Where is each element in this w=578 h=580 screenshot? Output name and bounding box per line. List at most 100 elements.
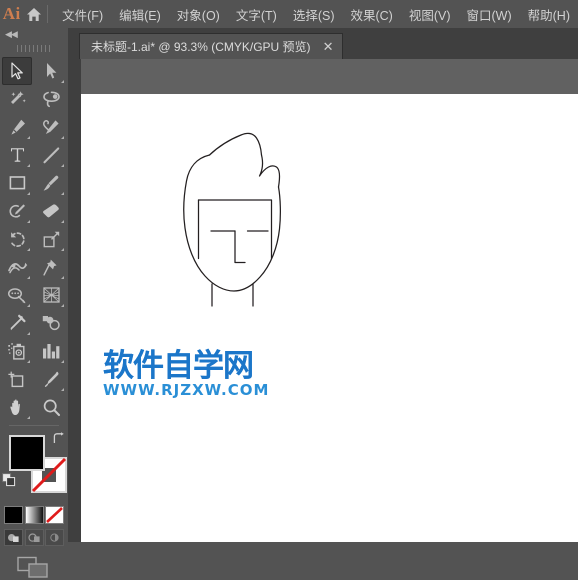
draw-behind-button[interactable]: [24, 529, 44, 546]
free-transform-tool[interactable]: [36, 253, 66, 281]
flyout-indicator: [27, 164, 30, 167]
menu-object[interactable]: 对象(O): [169, 1, 228, 28]
draw-normal-button[interactable]: [4, 529, 23, 546]
flyout-indicator: [27, 248, 30, 251]
flyout-indicator: [27, 192, 30, 195]
lasso-tool[interactable]: [36, 85, 66, 113]
pen-nib-icon: [10, 119, 25, 135]
toolbar-divider: [9, 425, 59, 426]
paintbrush-tool[interactable]: [36, 169, 66, 197]
curvature-tool[interactable]: [36, 113, 66, 141]
line-segment-tool[interactable]: [36, 141, 66, 169]
flyout-indicator: [27, 220, 30, 223]
grip-lines-icon: [17, 44, 51, 52]
zoom-tool[interactable]: [36, 393, 66, 421]
flyout-indicator: [61, 192, 64, 195]
default-fill-stroke-icon[interactable]: [2, 473, 16, 487]
artboard[interactable]: 软件自学网 软件自学网 WWW.RJZXW.COM WWW.RJZXW.COM: [81, 94, 578, 542]
flyout-indicator: [61, 248, 64, 251]
symbol-sprayer-icon: [8, 342, 25, 360]
flyout-indicator: [27, 276, 30, 279]
home-icon[interactable]: [23, 0, 45, 28]
menu-edit[interactable]: 编辑(E): [111, 1, 169, 28]
hand-icon: [9, 399, 20, 415]
flyout-indicator: [61, 388, 64, 391]
home-glyph: [27, 7, 42, 21]
menu-window[interactable]: 窗口(W): [459, 1, 520, 28]
face-head-line-drawing[interactable]: [81, 94, 361, 354]
flyout-indicator: [61, 220, 64, 223]
menu-divider: [47, 5, 49, 23]
flyout-indicator: [61, 276, 64, 279]
type-tool[interactable]: [2, 141, 32, 169]
arrow-cursor-icon: [10, 62, 23, 80]
menu-view[interactable]: 视图(V): [401, 1, 459, 28]
selection-tool[interactable]: [2, 57, 32, 85]
rotate-tool[interactable]: [2, 225, 32, 253]
artboard-tool[interactable]: [2, 365, 32, 393]
close-icon[interactable]: ✕: [323, 40, 334, 53]
pin-transform-icon: [43, 259, 57, 276]
tools-grid: [0, 55, 68, 421]
watermark-chinese-outline: 软件自学网: [102, 348, 256, 384]
flyout-indicator: [27, 304, 30, 307]
rectangle-tool[interactable]: [2, 169, 32, 197]
document-tab[interactable]: 未标题-1.ai* @ 93.3% (CMYK/GPU 预览) ✕: [79, 33, 344, 59]
flyout-indicator: [27, 360, 30, 363]
watermark-url: WWW.RJZXW.COM: [103, 381, 270, 399]
shaper-pencil-icon: [9, 203, 25, 218]
symbol-sprayer-tool[interactable]: [2, 337, 32, 365]
tools-panel-grip[interactable]: [0, 41, 68, 55]
draw-inside-icon: [50, 533, 59, 542]
menu-item-list: 文件(F) 编辑(E) 对象(O) 文字(T) 选择(S) 效果(C) 视图(V…: [54, 1, 578, 28]
hand-tool[interactable]: [2, 393, 32, 421]
rotate-icon: [9, 231, 25, 247]
menu-help[interactable]: 帮助(H): [520, 1, 578, 28]
draw-behind-icon: [27, 533, 40, 542]
direct-selection-tool[interactable]: [36, 57, 66, 85]
rectangle-icon: [9, 176, 25, 190]
width-tool[interactable]: [2, 253, 32, 281]
flyout-indicator: [27, 416, 30, 419]
gradient-mode-button[interactable]: [24, 506, 44, 524]
draw-normal-icon: [8, 534, 19, 542]
change-screen-mode-button[interactable]: [0, 556, 68, 580]
pen-tool[interactable]: [2, 113, 32, 141]
eraser-tool[interactable]: [36, 197, 66, 225]
color-mode-button[interactable]: [4, 506, 23, 524]
flyout-indicator: [27, 332, 30, 335]
scale-icon: [43, 231, 59, 247]
column-graph-tool[interactable]: [36, 337, 66, 365]
eyedropper-tool[interactable]: [2, 309, 32, 337]
magnifier-icon: [43, 399, 60, 416]
blend-tool[interactable]: [36, 309, 66, 337]
draw-mode-bar: [4, 529, 64, 546]
lasso-icon: [42, 91, 60, 108]
scale-tool[interactable]: [36, 225, 66, 253]
shape-builder-tool[interactable]: [2, 281, 32, 309]
line-segment-icon: [42, 146, 59, 163]
app-logo: Ai: [2, 4, 21, 23]
draw-inside-button[interactable]: [45, 529, 64, 546]
shaper-tool[interactable]: [2, 197, 32, 225]
menu-select[interactable]: 选择(S): [285, 1, 343, 28]
canvas-workspace[interactable]: 软件自学网 软件自学网 WWW.RJZXW.COM WWW.RJZXW.COM: [73, 59, 578, 542]
swap-fill-stroke-icon[interactable]: [52, 432, 65, 445]
slice-tool[interactable]: [36, 365, 66, 393]
menu-type[interactable]: 文字(T): [228, 1, 285, 28]
flyout-indicator: [61, 360, 64, 363]
collapse-panel-icon[interactable]: ◀◀: [5, 30, 18, 39]
curvature-pen-icon: [43, 119, 59, 134]
menu-bar: Ai 文件(F) 编辑(E) 对象(O) 文字(T) 选择(S) 效果(C) 视…: [0, 0, 578, 28]
menu-file[interactable]: 文件(F): [54, 1, 111, 28]
illustrator-app-window: Ai 文件(F) 编辑(E) 对象(O) 文字(T) 选择(S) 效果(C) 视…: [0, 0, 578, 578]
perspective-grid-icon: [42, 287, 60, 303]
paint-mode-bar: [4, 506, 64, 524]
document-tab-strip: 未标题-1.ai* @ 93.3% (CMYK/GPU 预览) ✕: [73, 28, 578, 59]
screen-mode-icon: [17, 556, 48, 578]
menu-effect[interactable]: 效果(C): [342, 1, 400, 28]
perspective-grid-tool[interactable]: [36, 281, 66, 309]
fill-swatch[interactable]: [9, 435, 45, 471]
none-mode-button[interactable]: [45, 506, 64, 524]
magic-wand-tool[interactable]: [2, 85, 32, 113]
